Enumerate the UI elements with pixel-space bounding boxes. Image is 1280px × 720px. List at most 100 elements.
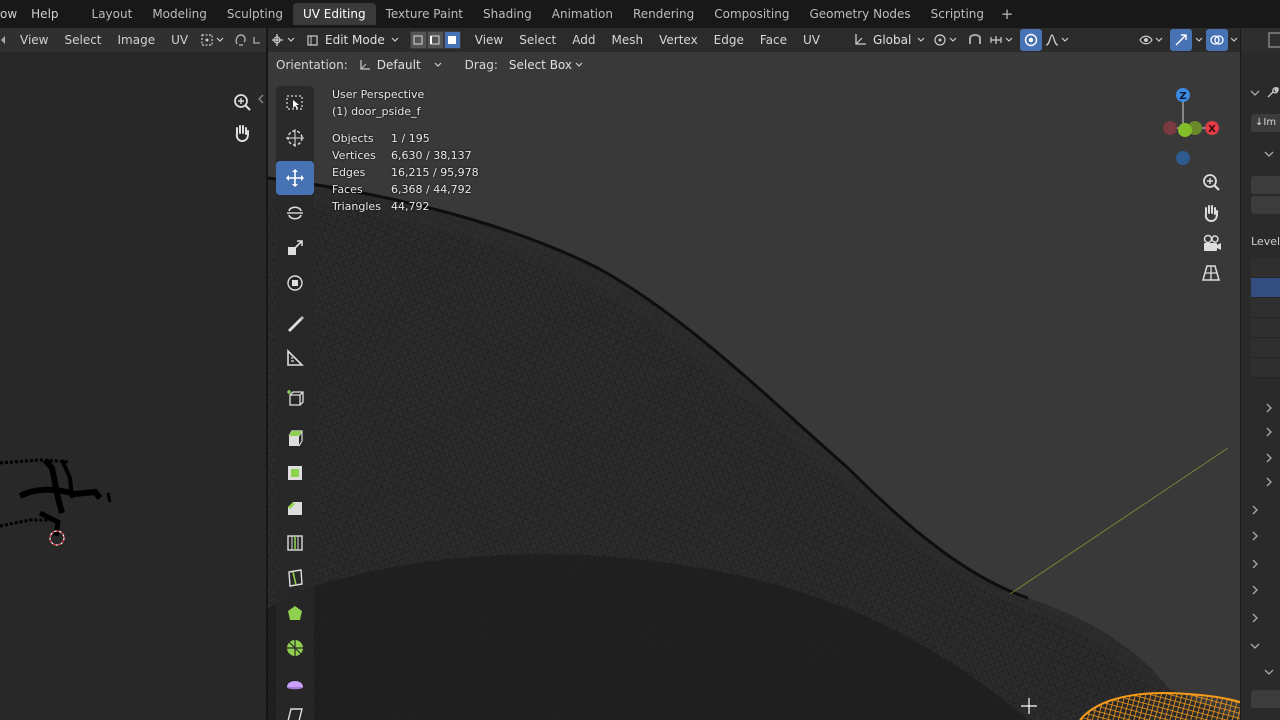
property-field[interactable] xyxy=(1251,176,1280,194)
wrench-icon[interactable] xyxy=(1265,86,1279,100)
3d-viewport[interactable]: Edit Mode View Select Add Mesh Vertex Ed… xyxy=(268,28,1240,720)
tab-uv-editing[interactable]: UV Editing xyxy=(292,3,376,25)
add-workspace-button[interactable]: + xyxy=(998,3,1016,25)
menu-view[interactable]: View xyxy=(467,28,511,52)
chevron-down-icon[interactable] xyxy=(1263,148,1275,160)
tab-rendering[interactable]: Rendering xyxy=(623,3,704,25)
list-item[interactable] xyxy=(1251,358,1280,378)
rotate-tool[interactable] xyxy=(276,196,314,230)
tab-modeling[interactable]: Modeling xyxy=(142,3,217,25)
vertex-select-icon[interactable] xyxy=(409,31,427,49)
extrude-tool[interactable] xyxy=(276,421,314,455)
mode-dropdown[interactable]: Edit Mode xyxy=(302,30,404,50)
property-field[interactable] xyxy=(1251,196,1280,214)
tab-layout[interactable]: Layout xyxy=(82,3,143,25)
chevron-right-icon[interactable] xyxy=(1249,504,1261,516)
list-item-selected[interactable] xyxy=(1251,278,1280,298)
editor-type-icon[interactable] xyxy=(0,29,12,51)
face-select-icon[interactable] xyxy=(443,31,461,49)
uv-menu-select[interactable]: Select xyxy=(56,28,109,52)
tab-scripting[interactable]: Scripting xyxy=(921,3,994,25)
stat-triangles: Triangles 44,792 xyxy=(332,200,430,213)
list-item[interactable] xyxy=(1251,338,1280,358)
chevron-right-icon[interactable] xyxy=(1263,402,1275,414)
zoom-icon[interactable] xyxy=(231,92,253,114)
menu-help[interactable]: Help xyxy=(24,0,65,28)
chevron-right-icon[interactable] xyxy=(1263,476,1275,488)
menu-add[interactable]: Add xyxy=(564,28,603,52)
menu-vertex[interactable]: Vertex xyxy=(651,28,706,52)
gizmo-toggle-icon[interactable] xyxy=(1170,29,1192,51)
overlay-dropdown-icon[interactable] xyxy=(1228,29,1240,51)
uv-sync-icon[interactable] xyxy=(230,29,252,51)
visibility-icon[interactable] xyxy=(1136,29,1170,51)
scale-tool[interactable] xyxy=(276,231,314,265)
menu-window[interactable]: ow xyxy=(0,0,24,28)
list-item[interactable] xyxy=(1251,318,1280,338)
cursor-tool[interactable] xyxy=(276,121,314,155)
uv-snap-icon[interactable] xyxy=(252,29,262,51)
bevel-tool[interactable] xyxy=(276,491,314,525)
chevron-right-icon[interactable] xyxy=(1263,426,1275,438)
annotate-tool[interactable] xyxy=(276,306,314,340)
grid-view-icon[interactable] xyxy=(1198,260,1224,286)
chevron-right-icon[interactable] xyxy=(1249,558,1261,570)
pivot-point-icon[interactable] xyxy=(930,29,964,51)
uv-menu-image[interactable]: Image xyxy=(110,28,164,52)
import-button[interactable]: ↓Im xyxy=(1251,114,1280,132)
measure-tool[interactable] xyxy=(276,341,314,375)
tab-shading[interactable]: Shading xyxy=(473,3,542,25)
tab-compositing[interactable]: Compositing xyxy=(704,3,799,25)
move-tool[interactable] xyxy=(276,161,314,195)
uv-menu-uv[interactable]: UV xyxy=(163,28,196,52)
menu-edge[interactable]: Edge xyxy=(706,28,752,52)
chevron-right-icon[interactable] xyxy=(1249,612,1261,624)
proportional-edit-icon[interactable] xyxy=(1020,29,1043,51)
inset-tool[interactable] xyxy=(276,456,314,490)
property-field[interactable] xyxy=(1251,690,1280,708)
transform-orientation-dropdown[interactable]: Global xyxy=(848,30,930,50)
orientation-dropdown[interactable]: Default xyxy=(354,55,447,75)
tab-sculpting[interactable]: Sculpting xyxy=(217,3,293,25)
pan-hand-icon[interactable] xyxy=(231,122,253,144)
select-box-tool[interactable] xyxy=(276,86,314,120)
tab-animation[interactable]: Animation xyxy=(542,3,623,25)
chevron-down-icon[interactable] xyxy=(1249,640,1261,652)
chevron-down-icon[interactable] xyxy=(1263,666,1275,678)
pivot-icon[interactable] xyxy=(196,28,230,52)
menu-uv[interactable]: UV xyxy=(795,28,828,52)
snap-target-icon[interactable] xyxy=(986,29,1020,51)
falloff-icon[interactable] xyxy=(1042,29,1076,51)
loop-cut-tool[interactable] xyxy=(276,526,314,560)
gizmo-dropdown-icon[interactable] xyxy=(1192,29,1206,51)
chevron-right-icon[interactable] xyxy=(1263,452,1275,464)
overlay-toggle-icon[interactable] xyxy=(1206,29,1228,51)
chevron-right-icon[interactable] xyxy=(1249,584,1261,596)
knife-tool[interactable] xyxy=(276,561,314,595)
camera-icon[interactable] xyxy=(1198,230,1224,256)
smooth-tool[interactable] xyxy=(276,666,314,700)
sidebar-toggle-icon[interactable] xyxy=(256,92,266,106)
menu-mesh[interactable]: Mesh xyxy=(604,28,652,52)
navigation-gizmo[interactable]: Z X xyxy=(1148,86,1228,166)
drag-dropdown[interactable]: Select Box xyxy=(504,55,588,75)
menu-face[interactable]: Face xyxy=(752,28,795,52)
uv-menu-view[interactable]: View xyxy=(12,28,56,52)
zoom-icon[interactable] xyxy=(1198,170,1224,196)
transform-tool[interactable] xyxy=(276,266,314,300)
add-cube-tool[interactable] xyxy=(276,381,314,415)
list-item[interactable] xyxy=(1251,298,1280,318)
editor-type-icon[interactable] xyxy=(268,29,302,51)
poly-build-tool[interactable] xyxy=(276,596,314,630)
tab-texture-paint[interactable]: Texture Paint xyxy=(376,3,473,25)
shear-tool[interactable] xyxy=(276,698,314,720)
chevron-down-icon[interactable] xyxy=(1249,87,1261,99)
list-item[interactable] xyxy=(1251,258,1280,278)
tab-geometry-nodes[interactable]: Geometry Nodes xyxy=(799,3,920,25)
menu-select[interactable]: Select xyxy=(511,28,564,52)
chevron-right-icon[interactable] xyxy=(1249,530,1261,542)
spin-tool[interactable] xyxy=(276,631,314,665)
pan-hand-icon[interactable] xyxy=(1198,200,1224,226)
edge-select-icon[interactable] xyxy=(426,31,444,49)
snap-icon[interactable] xyxy=(964,29,986,51)
